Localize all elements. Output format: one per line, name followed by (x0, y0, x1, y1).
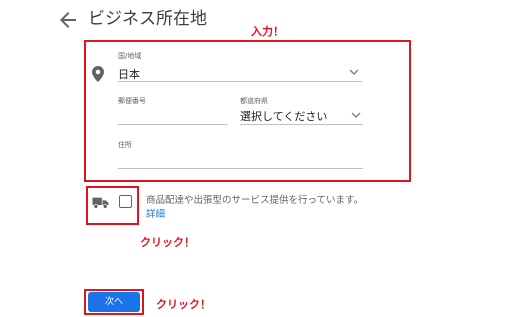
chevron-down-icon[interactable] (349, 68, 359, 76)
back-arrow-icon[interactable] (56, 8, 80, 32)
truck-icon (92, 197, 109, 209)
prefecture-underline (240, 124, 363, 125)
click-annotation-1: クリック！ (140, 236, 195, 249)
country-label: 国/地域 (118, 52, 142, 60)
address-underline (118, 168, 363, 169)
postal-code-underline (118, 124, 228, 125)
address-input[interactable] (118, 152, 363, 166)
delivery-text: 商品配達や出張型のサービス提供を行っています。 (146, 195, 364, 206)
country-select[interactable]: 日本 (118, 66, 140, 82)
next-button[interactable]: 次へ (88, 292, 140, 312)
postal-code-input[interactable] (118, 108, 228, 122)
delivery-description: 商品配達や出張型のサービス提供を行っています。詳細 (146, 194, 366, 222)
click-annotation-2: クリック！ (156, 298, 211, 311)
page-title: ビジネス所在地 (88, 9, 207, 29)
prefecture-select[interactable]: 選択してください (240, 108, 327, 124)
delivery-checkbox[interactable] (119, 195, 132, 208)
postal-code-label: 郵便番号 (118, 97, 146, 105)
details-link[interactable]: 詳細 (146, 209, 165, 220)
address-label: 住所 (118, 141, 132, 149)
chevron-down-icon[interactable] (351, 111, 361, 119)
country-underline (118, 81, 362, 82)
location-pin-icon (92, 66, 104, 82)
prefecture-label: 都道府県 (240, 97, 268, 105)
input-annotation: 入力！ (251, 25, 284, 38)
